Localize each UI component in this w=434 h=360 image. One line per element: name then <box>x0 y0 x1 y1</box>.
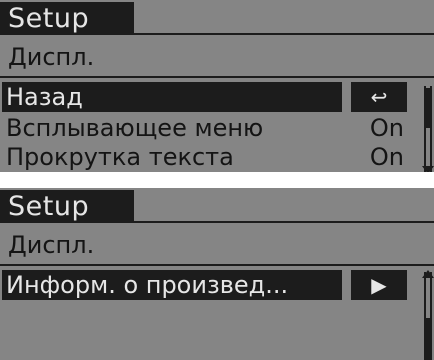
screen-title: Setup <box>0 190 134 223</box>
menu-item-track-info[interactable]: Информ. о произвед... ▶ <box>0 270 412 300</box>
scrollbar[interactable] <box>420 270 434 360</box>
play-arrow-icon[interactable]: ▶ <box>351 270 407 300</box>
menu-item-label: Прокрутка текста <box>6 143 234 171</box>
section-label: Диспл. <box>8 43 95 71</box>
section-divider <box>0 76 434 78</box>
back-arrow-icon[interactable]: ↩ <box>351 82 407 112</box>
screen-title: Setup <box>0 2 134 35</box>
text-scroll-value: On <box>369 143 404 171</box>
menu-item-label: Всплывающее меню <box>6 114 264 142</box>
menu-item-popup-menu[interactable]: Всплывающее меню On <box>0 113 412 143</box>
scrollbar-thumb[interactable] <box>424 88 432 128</box>
title-bar: Setup <box>0 0 434 36</box>
section-label: Диспл. <box>8 231 95 259</box>
setup-display-screen-2: Setup Диспл. Информ. о произвед... ▶ <box>0 188 434 360</box>
title-divider <box>134 221 434 223</box>
scrollbar[interactable] <box>420 86 434 172</box>
menu-item-label: Назад <box>6 83 83 111</box>
title-bar: Setup <box>0 188 434 224</box>
setup-display-screen-1: Setup Диспл. Назад ↩ Всплывающее меню On… <box>0 0 434 172</box>
menu-item-back[interactable]: Назад ↩ <box>0 82 412 112</box>
scroll-down-arrow-icon[interactable] <box>422 166 434 172</box>
menu-item-text-scroll[interactable]: Прокрутка текста On <box>0 142 412 172</box>
scrollbar-thumb[interactable] <box>424 318 432 360</box>
title-divider <box>134 33 434 35</box>
scroll-up-arrow-icon[interactable] <box>422 270 434 278</box>
section-divider <box>0 264 434 266</box>
menu-item-label: Информ. о произвед... <box>6 271 289 299</box>
popup-menu-value: On <box>369 114 404 142</box>
